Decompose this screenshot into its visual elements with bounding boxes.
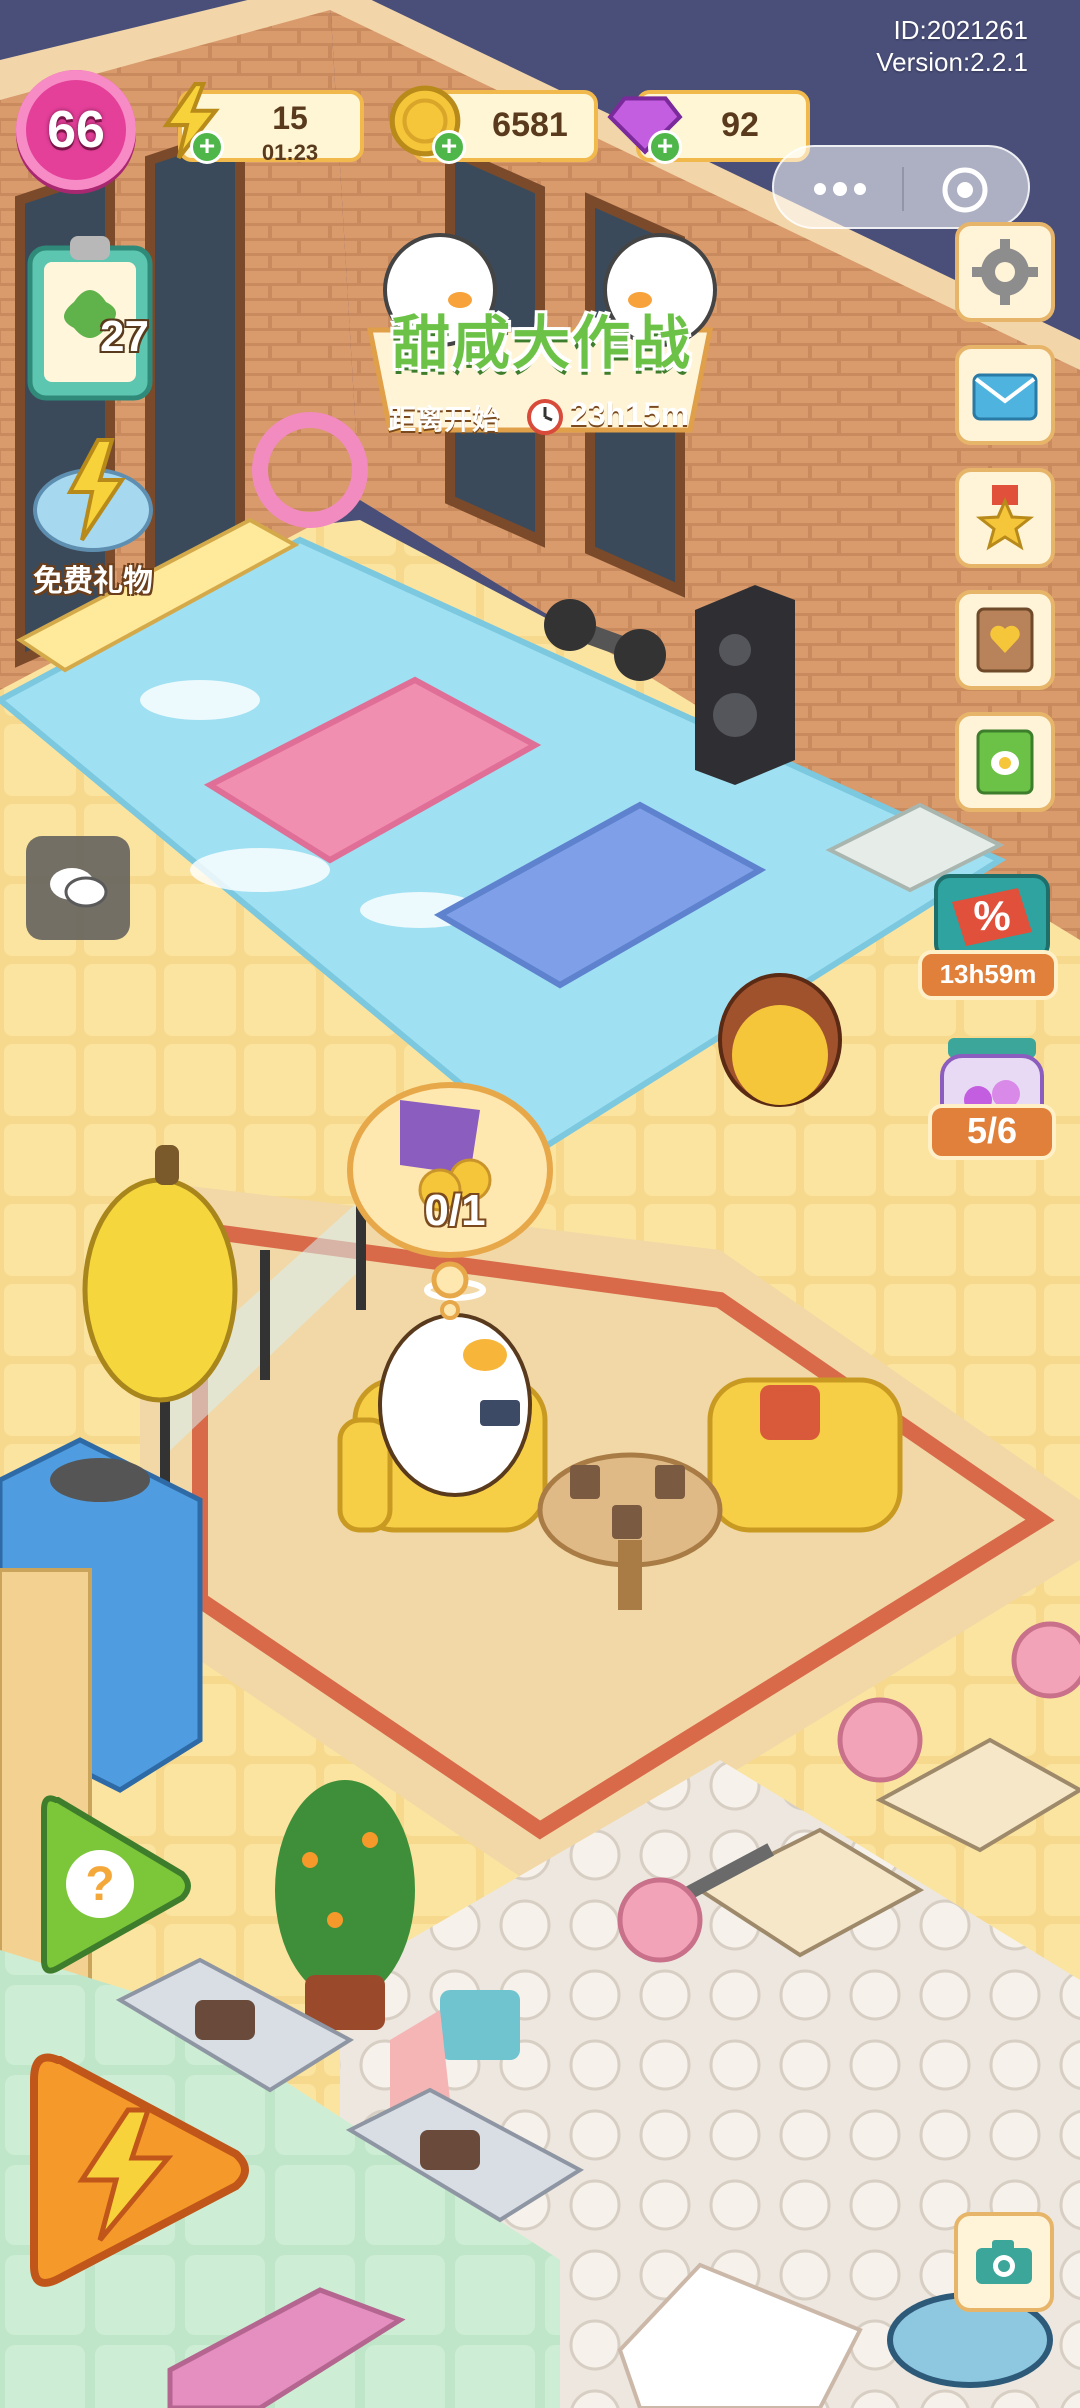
yellow-armchair-right	[707, 1377, 903, 1533]
svg-text:?: ?	[85, 1858, 114, 1911]
help-button[interactable]: ?	[28, 1780, 198, 1990]
bear-character	[718, 973, 842, 1107]
heart-book-icon	[976, 607, 1034, 673]
player-id: ID:2021261	[893, 15, 1028, 45]
event-title: 甜咸大作战	[392, 309, 693, 377]
recipe-book-button[interactable]	[955, 712, 1055, 812]
mail-button[interactable]	[955, 345, 1055, 445]
thought-bubble-progress: 0/1	[424, 1186, 486, 1235]
candy-jar-progress: 5/6	[928, 1104, 1056, 1160]
lightning-boost-icon	[30, 2053, 249, 2287]
energy-add-button[interactable]: +	[190, 130, 224, 164]
miniapp-capsule	[772, 145, 1030, 229]
achievements-button[interactable]	[955, 468, 1055, 568]
svg-text:%: %	[973, 892, 1010, 939]
chat-button[interactable]	[26, 836, 130, 940]
version-label: Version:2.2.1	[876, 47, 1028, 77]
coin-add-button[interactable]: +	[432, 130, 466, 164]
camera-button[interactable]	[954, 2212, 1054, 2312]
sale-timer: 13h59m	[918, 950, 1058, 1000]
speaker	[695, 585, 795, 785]
more-options-icon[interactable]	[810, 175, 870, 203]
event-countdown: 23h15m	[570, 396, 690, 432]
quest-button[interactable]: 27	[24, 232, 156, 402]
chat-bubbles-icon	[50, 868, 108, 908]
camera-icon	[976, 2240, 1032, 2284]
gift-lightning-icon	[33, 438, 153, 552]
build-info: ID:2021261 Version:2.2.1	[876, 14, 1028, 78]
coin-value: 6581	[492, 106, 568, 144]
capsule-divider	[902, 167, 904, 211]
settings-button[interactable]	[955, 222, 1055, 322]
quest-count: 27	[100, 312, 149, 361]
energy-value: 15	[272, 100, 308, 136]
recipe-book-icon	[976, 729, 1034, 795]
energy-timer: 01:23	[261, 140, 319, 165]
clock-icon	[527, 399, 563, 435]
event-countdown-label: 距离开始	[388, 403, 501, 436]
gem-value: 92	[721, 106, 759, 144]
level-value: 66	[47, 101, 105, 159]
close-miniapp-icon[interactable]	[940, 165, 990, 215]
mail-icon	[972, 373, 1038, 421]
question-mark-icon: ?	[41, 1795, 191, 1974]
star-medal-icon	[975, 485, 1035, 551]
free-gift-label: 免费礼物	[33, 564, 153, 599]
collection-book-button[interactable]	[955, 590, 1055, 690]
gem-add-button[interactable]: +	[648, 130, 682, 164]
level-badge[interactable]: 66	[16, 70, 136, 190]
boost-button[interactable]	[18, 2040, 258, 2300]
percent-tag-icon: %	[934, 874, 1050, 960]
gear-icon	[972, 239, 1038, 305]
